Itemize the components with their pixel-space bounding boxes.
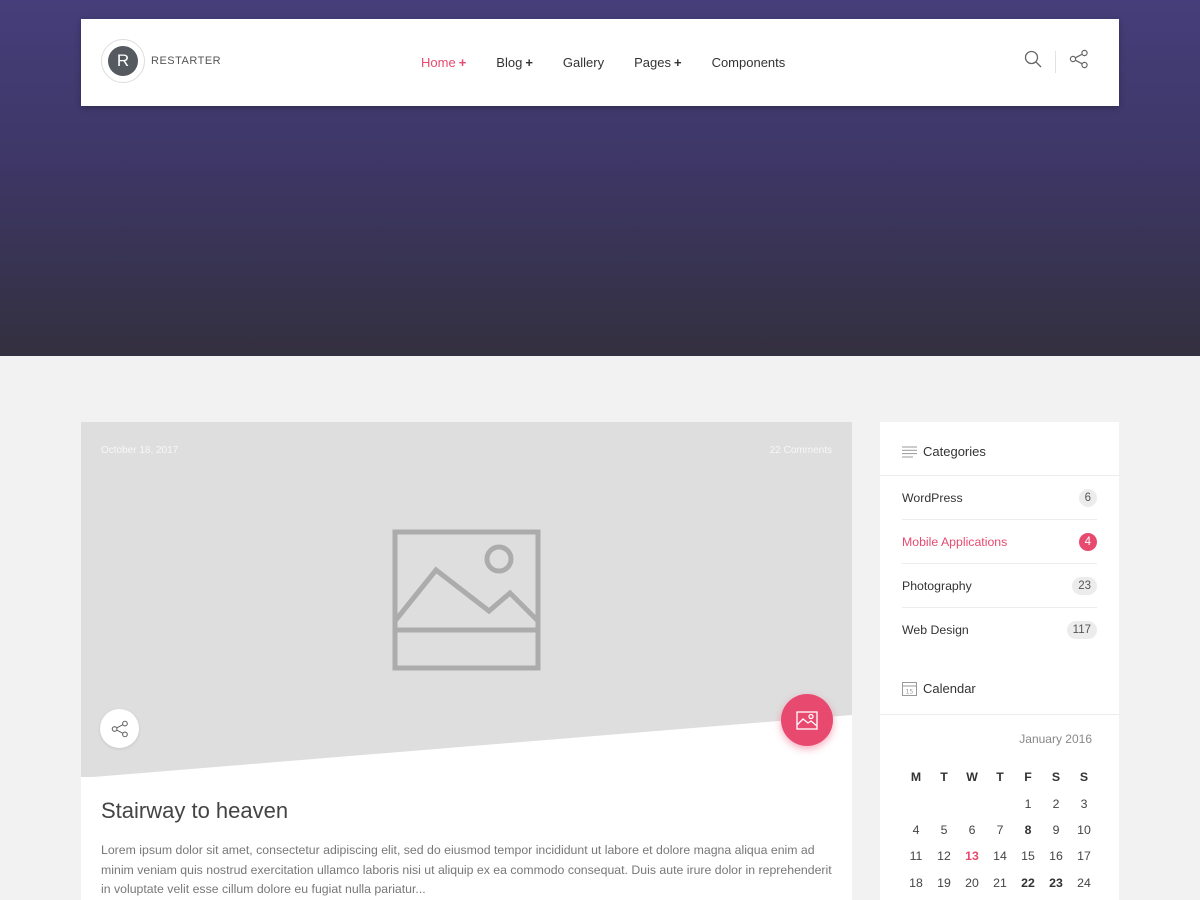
post-date[interactable]: October 18, 2017 — [101, 445, 178, 456]
calendar-divider — [880, 714, 1119, 715]
top-navbar: R RESTARTER Home + Blog + Gallery Pages + Compo… — [81, 19, 1119, 106]
category-count-badge: 4 — [1078, 532, 1097, 551]
search-icon[interactable] — [1024, 50, 1042, 73]
nav-item-pages[interactable]: Pages + — [634, 55, 681, 70]
calendar-day: 14 — [993, 849, 1007, 864]
calendar-empty-cell — [902, 790, 930, 816]
sidebar: Categories WordPress 6 Mobile Applications… — [880, 422, 1119, 900]
nav-item-label: Home — [421, 55, 456, 70]
calendar-day: 16 — [1049, 849, 1063, 864]
share-icon — [111, 720, 128, 737]
blog-post-card: October 18, 2017 22 Comments Stairway to… — [81, 422, 852, 900]
calendar-weekday: S — [1079, 770, 1089, 785]
category-label: Web Design — [902, 623, 969, 637]
calendar-widget-title: 15 Calendar — [902, 681, 976, 696]
post-format-button[interactable] — [781, 694, 833, 746]
category-count-badge: 23 — [1072, 576, 1097, 595]
calendar-day: 21 — [993, 875, 1007, 890]
nav-item-label: Pages — [634, 55, 671, 70]
media-slant-divider — [81, 715, 852, 778]
post-excerpt: Lorem ipsum dolor sit amet, consectetur … — [101, 843, 832, 896]
calendar-day[interactable]: 8 — [1014, 817, 1042, 843]
categories-widget-title: Categories — [902, 444, 986, 459]
category-item[interactable]: Photography 23 — [902, 564, 1097, 608]
nav-item-label: Components — [711, 55, 786, 70]
nav-item-label: Gallery — [562, 55, 605, 70]
calendar-day: 10 — [1077, 822, 1091, 837]
calendar-day: 12 — [937, 849, 951, 864]
calendar-icon: 15 — [902, 682, 917, 696]
calendar-day: 9 — [1052, 822, 1060, 837]
category-item[interactable]: WordPress 6 — [902, 476, 1097, 520]
calendar-day: 7 — [996, 822, 1004, 837]
calendar-empty-cell — [958, 790, 986, 816]
calendar-day: 19 — [937, 875, 951, 890]
submenu-plus-icon: + — [458, 55, 467, 70]
calendar-day: 20 — [965, 875, 979, 890]
calendar-weekday: M — [910, 770, 922, 785]
main-menu: Home + Blog + Gallery Pages + Components — [421, 55, 815, 70]
calendar-weekday: T — [996, 770, 1004, 785]
logo-mark: R — [101, 39, 145, 83]
share-icon[interactable] — [1069, 49, 1089, 74]
submenu-plus-icon: + — [673, 55, 682, 70]
calendar-day: 3 — [1080, 796, 1088, 811]
calendar-day: 1 — [1024, 796, 1032, 811]
site-logo[interactable]: R RESTARTER — [101, 39, 221, 83]
category-label: WordPress — [902, 490, 963, 505]
logo-name: RESTARTER — [151, 55, 222, 67]
category-item[interactable]: Web Design 117 — [902, 608, 1097, 652]
nav-item-home[interactable]: Home + — [421, 55, 466, 70]
calendar-day: 4 — [912, 822, 920, 837]
calendar-day: 5 — [940, 822, 948, 837]
calendar-day: 15 — [1021, 849, 1035, 864]
calendar-empty-cell — [930, 790, 958, 816]
calendar-day: 18 — [909, 875, 923, 890]
calendar-title: Calendar — [923, 681, 976, 696]
submenu-plus-icon: + — [525, 55, 533, 70]
nav-item-gallery[interactable]: Gallery — [563, 55, 604, 70]
calendar-weekday: W — [966, 770, 978, 785]
calendar-day: 6 — [968, 822, 976, 837]
calendar-day[interactable]: 13 — [958, 843, 986, 869]
calendar-day: 17 — [1077, 849, 1091, 864]
calendar-month: January 2016 — [1019, 732, 1092, 746]
category-label: Mobile Applications — [902, 534, 1008, 549]
calendar-weekday: F — [1024, 770, 1032, 785]
calendar-weekday: S — [1051, 770, 1061, 785]
post-share-button[interactable] — [100, 709, 139, 748]
categories-title: Categories — [923, 444, 986, 459]
image-icon — [796, 710, 818, 730]
calendar-grid: M T W T F S S 1 2 3 4 5 6 7 8 9 10 11 12 13 14 15 16 17 18 19 20 21… — [902, 764, 1098, 896]
category-count-badge: 6 — [1078, 488, 1097, 507]
calendar-day: 2 — [1052, 796, 1060, 811]
calendar-day[interactable]: 23 — [1042, 870, 1070, 896]
calendar-day: 24 — [1077, 875, 1091, 890]
calendar-day: 11 — [909, 849, 923, 864]
image-placeholder-icon — [392, 529, 541, 671]
post-comments-count[interactable]: 22 Comments — [770, 445, 832, 456]
svg-text:15: 15 — [906, 688, 914, 695]
navbar-actions — [1024, 49, 1089, 74]
navbar-divider — [1055, 50, 1056, 73]
calendar-weekday: T — [940, 770, 948, 785]
list-icon — [902, 446, 917, 457]
nav-item-components[interactable]: Components — [712, 55, 786, 70]
calendar-day[interactable]: 22 — [1014, 870, 1042, 896]
category-item[interactable]: Mobile Applications 4 — [902, 520, 1097, 564]
calendar-empty-cell — [986, 790, 1014, 816]
logo-letter: R — [108, 46, 138, 76]
nav-item-label: Blog — [496, 55, 523, 70]
post-title[interactable]: Stairway to heaven — [101, 798, 288, 824]
category-count-badge: 117 — [1066, 621, 1097, 639]
category-label: Photography — [902, 578, 972, 593]
nav-item-blog[interactable]: Blog + — [496, 55, 533, 70]
